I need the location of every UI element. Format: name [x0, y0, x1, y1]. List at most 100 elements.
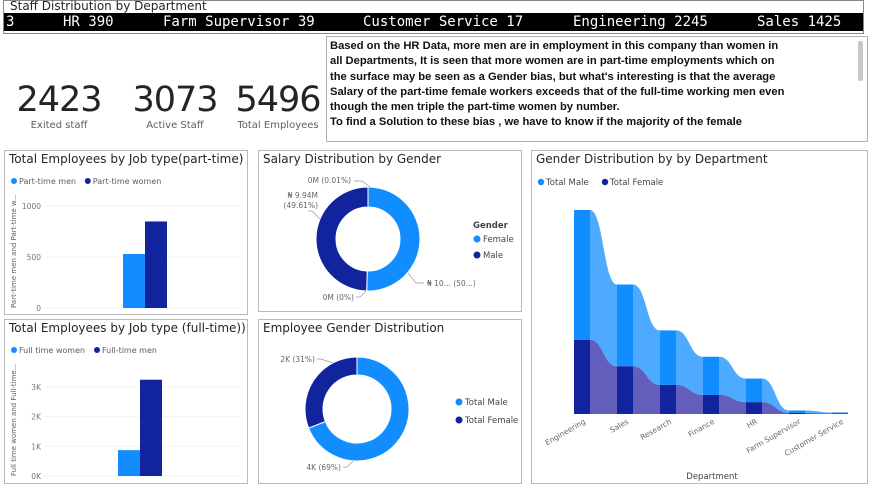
data-label: 2K (31%) — [280, 355, 315, 364]
data-label: (49.61%) — [284, 201, 319, 210]
bar-female — [617, 366, 633, 414]
kpi-card-exited: 2423 Exited staff — [14, 80, 104, 131]
bar — [123, 254, 145, 308]
ticker-item: Customer Service 17 — [363, 14, 524, 30]
leader-line — [407, 272, 424, 284]
ticker-title: Staff Distribution by Department — [10, 0, 207, 13]
legend-label: Part-time men — [19, 177, 76, 186]
y-tick-label: 2K — [31, 413, 42, 422]
narrative-line: To find a Solution to these bias , we ha… — [330, 116, 742, 129]
x-tick-label: Engineering — [544, 417, 588, 447]
bar-male — [746, 378, 762, 403]
leader-line — [356, 290, 367, 298]
y-tick-label: 3K — [31, 383, 42, 392]
donut-slice — [304, 356, 358, 429]
kpi-value: 5496 — [235, 80, 321, 120]
textbox-scrollbar[interactable] — [858, 41, 863, 81]
bar-female — [789, 412, 805, 414]
legend-label: Total Female — [464, 416, 518, 426]
leader-line — [308, 210, 321, 220]
y-axis-title: Part-time men and Part-time w... — [10, 194, 18, 308]
y-tick-label: 500 — [27, 253, 42, 262]
ticker-panel: Staff Distribution by Department 3 HR 39… — [3, 0, 864, 34]
data-label: ₦ 9.94M — [288, 191, 318, 200]
legend-label: Male — [483, 251, 503, 261]
gender-donut-chart: 2K (31%) 4K (69%) Total Male Total Female — [280, 355, 518, 472]
x-tick-label: Finance — [687, 417, 717, 439]
legend-marker — [94, 347, 100, 353]
narrative-line: Salary of the part-time female workers e… — [330, 85, 785, 98]
legend-label: Part-time women — [93, 177, 162, 186]
x-tick-label: Research — [639, 417, 674, 442]
kpi-value: 2423 — [16, 80, 102, 120]
bar-male — [660, 330, 676, 385]
bar-male — [574, 210, 590, 340]
ticker-item: HR 390 — [63, 14, 114, 30]
salary-donut-chart: 0M (0.01%) ₦ 9.94M(49.61%) ₦ 10... (50...)… — [284, 176, 514, 302]
legend-marker — [473, 235, 481, 243]
kpi-value: 3073 — [132, 80, 218, 120]
legend-marker — [537, 178, 545, 186]
bar-male — [617, 284, 633, 367]
bar-female — [574, 339, 590, 414]
chart-panel-gender: Employee Gender Distribution 2K (31%) 4K … — [258, 319, 522, 484]
bar-male — [832, 412, 848, 414]
bar — [118, 450, 140, 476]
bar-female — [660, 384, 676, 414]
data-label: 0M (0.01%) — [308, 176, 351, 185]
legend-marker — [601, 178, 609, 186]
narrative-textbox[interactable]: Based on the HR Data, more men are in em… — [326, 36, 868, 142]
donut-slice — [315, 186, 369, 292]
kpi-card-active: 3073 Active Staff — [130, 80, 220, 131]
x-axis-title: Department — [686, 472, 738, 482]
y-tick-label: 0 — [36, 304, 41, 313]
y-tick-label: 0K — [31, 472, 42, 481]
legend-label: Full-time men — [102, 346, 157, 355]
chart-panel-part-time: Total Employees by Job type(part-time) P… — [4, 150, 248, 315]
legend-marker — [455, 398, 463, 406]
bar-female — [703, 394, 719, 414]
legend-marker — [11, 347, 17, 353]
department-ribbon-chart: Total Male Total Female Engineering Sales Re… — [537, 178, 848, 482]
narrative-line: all Departments, It is seen that more wo… — [330, 55, 775, 68]
kpi-label: Total Employees — [237, 120, 319, 131]
data-label: ₦ 10... (50...) — [427, 279, 476, 288]
kpi-label: Active Staff — [146, 120, 204, 131]
full-time-bar-chart: Full time women Full-time men Full time wo… — [10, 346, 241, 481]
ticker-item: Farm Supervisor 39 — [163, 14, 315, 30]
ticker-bar: 3 HR 390 Farm Supervisor 39 Customer Ser… — [4, 13, 863, 31]
y-tick-label: 1000 — [22, 202, 41, 211]
legend-label: Total Female — [609, 178, 663, 188]
narrative-line: the surface may be seen as a Gender bias… — [330, 70, 776, 83]
narrative-line: Based on the HR Data, more men are in em… — [330, 40, 779, 52]
legend-marker — [11, 178, 17, 184]
data-label: 4K (69%) — [306, 463, 341, 472]
legend-label: Female — [483, 235, 514, 245]
legend-marker — [84, 178, 91, 184]
legend-title: Gender — [473, 221, 509, 231]
bar-female — [746, 402, 762, 414]
bar — [145, 221, 167, 308]
donut-slice — [366, 186, 421, 292]
chart-panel-salary: Salary Distribution by Gender 0M (0.01%)… — [258, 150, 522, 312]
leader-line — [343, 460, 354, 468]
legend-label: Total Male — [545, 178, 589, 188]
x-tick-label: HR — [745, 417, 759, 430]
chart-panel-full-time: Total Employees by Job type (full-time))… — [4, 319, 248, 484]
leader-line — [317, 358, 334, 364]
legend-label: Total Male — [464, 398, 508, 408]
kpi-card-total: 5496 Total Employees — [232, 80, 324, 131]
leader-line — [354, 180, 371, 188]
narrative-line: though the men triple the part-time wome… — [330, 101, 620, 114]
data-label: 0M (0%) — [323, 293, 354, 302]
chart-panel-department: Gender Distribution by by Department Tot… — [531, 150, 868, 484]
legend-marker — [473, 251, 481, 259]
part-time-bar-chart: Part-time men Part-time women Part-time me… — [10, 177, 241, 313]
bar — [140, 379, 162, 476]
bar-male — [789, 410, 805, 413]
legend-marker — [455, 416, 463, 424]
legend-label: Full time women — [19, 346, 85, 355]
y-tick-label: 1K — [31, 442, 42, 451]
y-axis-title: Full time women and Full-time... — [10, 364, 18, 476]
ticker-item: Engineering 2245 — [573, 14, 708, 30]
